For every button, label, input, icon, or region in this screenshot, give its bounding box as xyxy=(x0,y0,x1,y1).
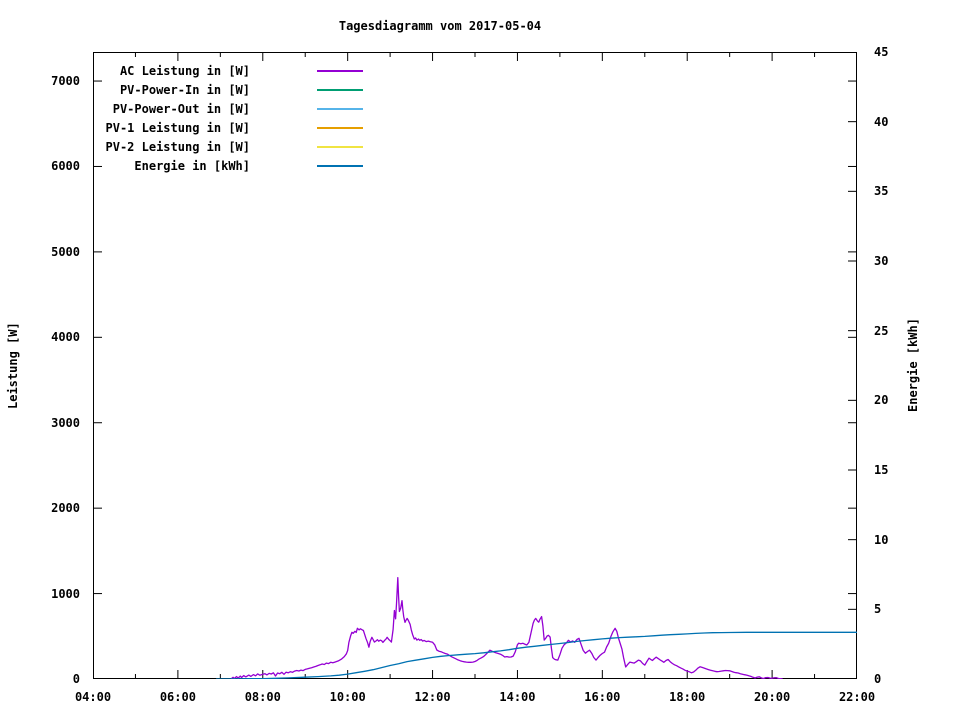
axis-tick-label: 4000 xyxy=(51,330,80,345)
axis-tick-label: 14:00 xyxy=(499,690,536,704)
legend-color-sample xyxy=(317,145,363,148)
axis-tick-label: 25 xyxy=(874,323,889,338)
legend-item-label: PV-Power-Out in [W] xyxy=(112,101,250,116)
y-axis-label-right: Energie [kWh] xyxy=(906,318,920,413)
axis-tick-label: 6000 xyxy=(51,159,80,174)
series-line-5 xyxy=(216,631,857,679)
legend-color-sample xyxy=(317,164,363,167)
axis-tick-label: 22:00 xyxy=(838,690,876,704)
axis-tick-label: 0 xyxy=(72,672,80,686)
axis-tick-label: 1000 xyxy=(51,586,80,601)
axis-tick-label: 40 xyxy=(874,114,889,129)
legend-item-label: PV-2 Leistung in [W] xyxy=(105,139,251,154)
legend-item: AC Leistung in [W] xyxy=(93,61,363,80)
legend-item: PV-Power-In in [W] xyxy=(93,80,363,99)
legend-item: PV-Power-Out in [W] xyxy=(93,99,363,118)
legend-item: PV-2 Leistung in [W] xyxy=(93,137,363,156)
legend: AC Leistung in [W] PV-Power-In in [W] PV-P… xyxy=(93,61,363,175)
axis-tick-label: 5 xyxy=(874,602,882,617)
legend-item: Energie in [kWh] xyxy=(93,156,363,175)
axis-tick-label: 16:00 xyxy=(584,690,621,704)
axis-tick-label: 15 xyxy=(874,463,889,477)
axis-tick-label: 10:00 xyxy=(329,690,366,704)
axis-tick-label: 20:00 xyxy=(754,690,791,704)
legend-item-label: PV-1 Leistung in [W] xyxy=(105,120,251,135)
legend-color-sample xyxy=(317,126,363,129)
axis-tick-label: 5000 xyxy=(51,244,80,259)
axis-tick-label: 0 xyxy=(874,672,882,686)
legend-color-sample xyxy=(317,69,363,72)
legend-item-label: AC Leistung in [W] xyxy=(119,63,250,78)
chart-canvas: Tagesdiagramm vom 2017-05-04 Leistung [W… xyxy=(0,0,960,720)
axis-tick-label: 08:00 xyxy=(244,690,281,704)
axis-tick-label: 35 xyxy=(874,184,889,199)
axis-tick-label: 45 xyxy=(874,45,889,59)
plot-area: AC Leistung in [W] PV-Power-In in [W] PV-P… xyxy=(93,52,857,679)
series-line-0 xyxy=(230,577,783,679)
axis-tick-label: 20 xyxy=(874,393,889,408)
axis-tick-label: 30 xyxy=(874,254,889,268)
axis-tick-label: 04:00 xyxy=(74,690,112,704)
chart-title: Tagesdiagramm vom 2017-05-04 xyxy=(338,19,542,33)
y-axis-label-left: Leistung [W] xyxy=(6,322,20,409)
axis-tick-label: 7000 xyxy=(51,74,80,89)
legend-item: PV-1 Leistung in [W] xyxy=(93,118,363,137)
legend-item-label: PV-Power-In in [W] xyxy=(119,82,250,97)
legend-item-label: Energie in [kWh] xyxy=(134,158,250,173)
axis-tick-label: 06:00 xyxy=(159,690,196,704)
axis-tick-label: 3000 xyxy=(51,415,80,430)
legend-color-sample xyxy=(317,88,363,91)
axis-tick-label: 12:00 xyxy=(414,690,451,704)
axis-tick-label: 2000 xyxy=(51,501,80,516)
axis-tick-label: 10 xyxy=(874,532,889,547)
legend-color-sample xyxy=(317,107,363,110)
axis-tick-label: 18:00 xyxy=(669,690,706,704)
